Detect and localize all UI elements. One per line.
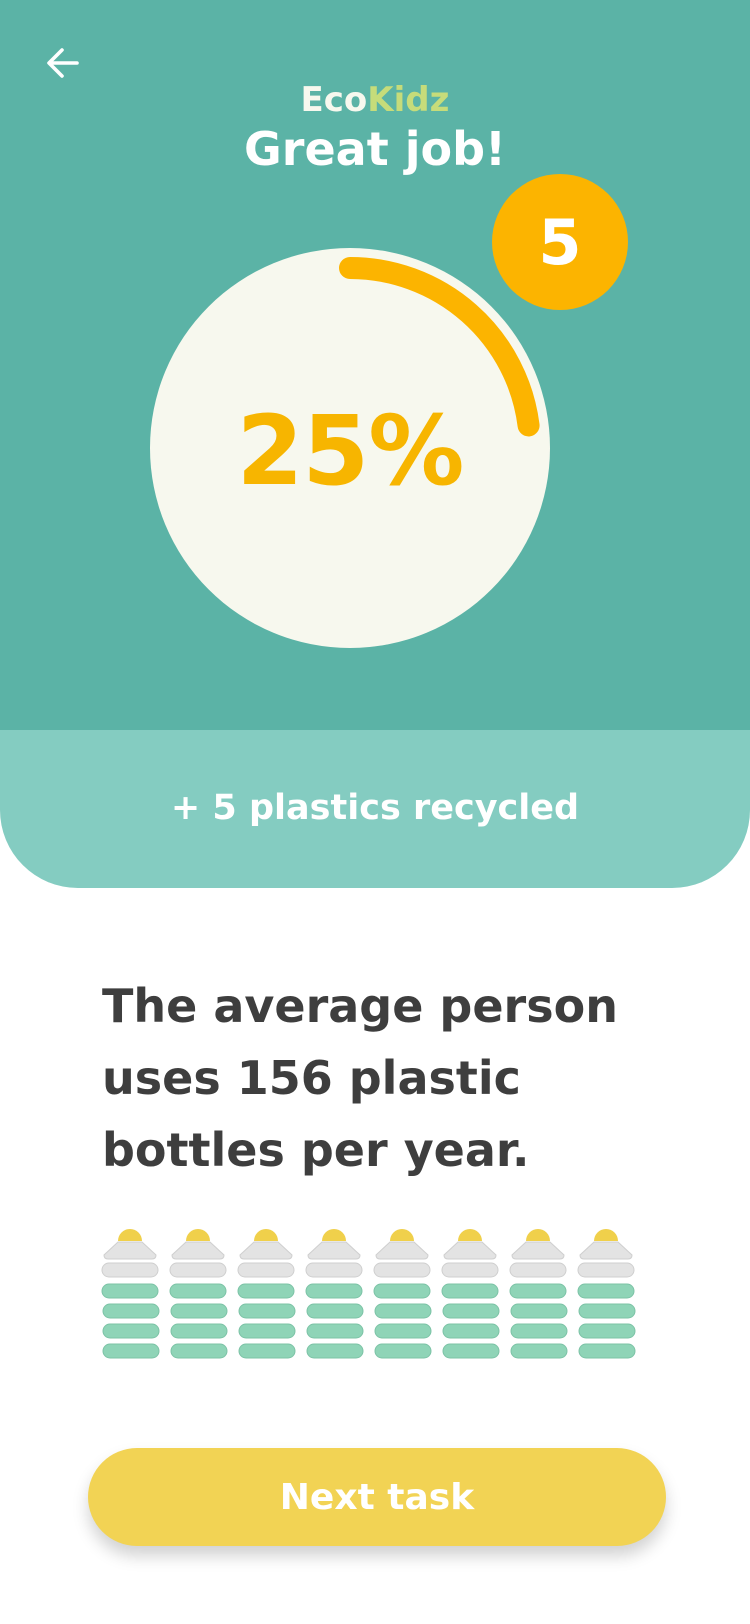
bottle-icon	[576, 1225, 636, 1370]
arrow-left-icon	[47, 48, 79, 78]
brand-logo: EcoKidz	[0, 80, 750, 120]
hero-section: EcoKidz Great job! 25% 5	[0, 0, 750, 730]
brand-name-eco: Eco	[300, 80, 368, 120]
bottle-row	[100, 1225, 660, 1370]
brand-name-kidz: Kidz	[367, 80, 450, 120]
screen: EcoKidz Great job! 25% 5 + 5 plastics re…	[0, 0, 750, 1624]
progress-percent: 25%	[236, 395, 465, 507]
recycled-count-text: + 5 plastics recycled	[170, 788, 580, 828]
bottle-icon	[372, 1225, 432, 1370]
fact-text: The average person uses 156 plastic bott…	[102, 979, 618, 1177]
bottle-icon	[168, 1225, 228, 1370]
bottle-icon	[236, 1225, 296, 1370]
next-task-button[interactable]: Next task	[88, 1448, 666, 1546]
page-title: Great job!	[244, 122, 506, 176]
count-badge: 5	[492, 174, 628, 310]
bottle-icon	[304, 1225, 364, 1370]
bottle-icon	[440, 1225, 500, 1370]
bottle-icon	[508, 1225, 568, 1370]
bottle-icon	[100, 1225, 160, 1370]
